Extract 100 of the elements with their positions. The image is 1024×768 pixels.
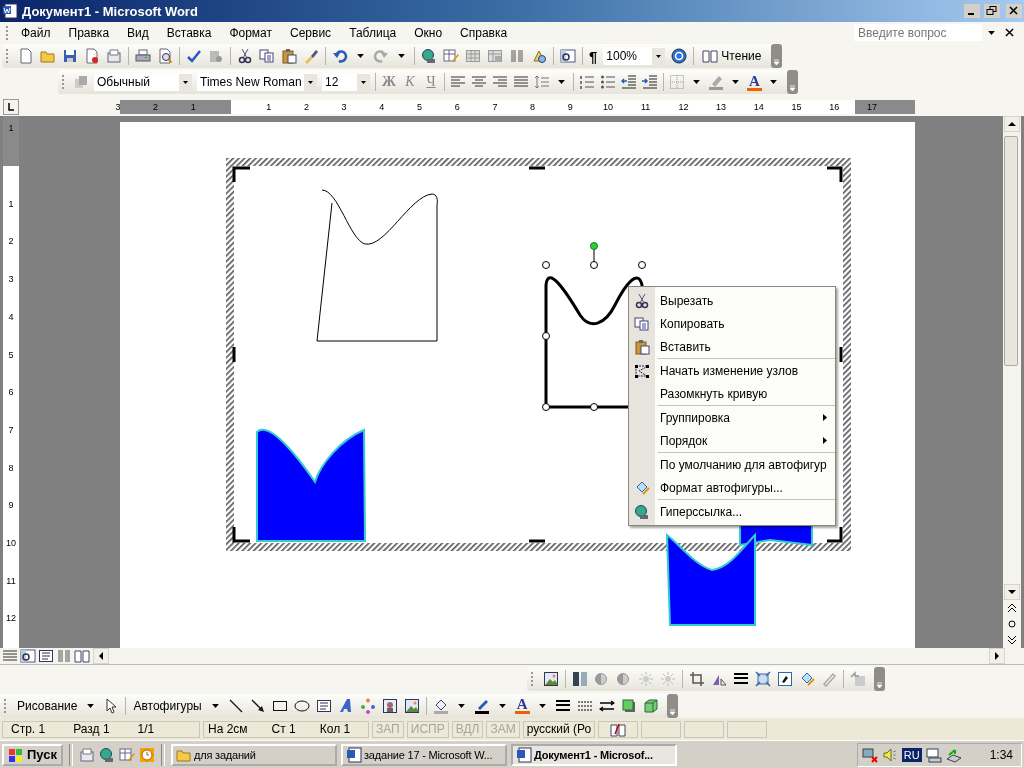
cut-icon[interactable] [237,48,253,64]
web-view-icon[interactable] [20,648,36,664]
toolbar-options-icon[interactable] [786,70,798,94]
close-icon[interactable] [1006,4,1022,18]
freeform-shape[interactable] [666,534,756,626]
print-icon[interactable] [135,48,151,64]
context-menu-item[interactable]: По умолчанию для автофигур [629,453,835,476]
caret-icon[interactable] [558,80,565,84]
font-color-button[interactable]: A [747,73,762,91]
menu-item[interactable]: Файл [12,23,60,42]
less-contrast-icon[interactable] [616,670,632,687]
highlight-icon[interactable] [708,74,724,90]
language-indicator[interactable]: русский (Ро [522,720,595,738]
taskbar-button[interactable]: задание 17 - Microsoft W... [341,743,507,766]
table-icon[interactable] [465,48,481,64]
new-document-icon[interactable] [18,48,34,64]
more-contrast-icon[interactable] [594,670,610,687]
line-color-icon[interactable] [473,697,490,714]
line-style-icon[interactable] [733,670,749,687]
spelling-check-icon[interactable] [186,48,202,64]
menu-item[interactable]: Правка [59,23,119,42]
align-right-icon[interactable] [492,74,508,90]
horizontal-scrollbar[interactable] [92,648,1006,664]
font-dropdown[interactable]: Times New Roman [197,73,317,91]
zoom-dropdown[interactable]: 100% [603,47,666,65]
paste-icon[interactable] [281,48,297,64]
scroll-down-icon[interactable] [1004,584,1020,600]
line-spacing-icon[interactable] [534,74,550,90]
canvas-sizing-handle[interactable] [529,539,545,543]
justify-icon[interactable] [513,74,529,90]
context-menu-item[interactable]: Порядок [629,429,835,452]
numbered-list-icon[interactable] [579,74,595,90]
canvas-sizing-handle[interactable] [232,166,250,182]
context-menu-item[interactable]: Группировка [629,406,835,429]
shadow-icon[interactable] [620,697,637,714]
minimize-icon[interactable] [964,4,980,18]
diagram-icon[interactable] [359,697,376,714]
context-menu-item[interactable]: Разомкнуть кривую [629,382,835,405]
oval-icon[interactable] [293,697,310,714]
copy-icon[interactable] [259,48,275,64]
caret-icon[interactable] [357,54,364,58]
insert-picture-icon[interactable] [403,697,420,714]
vertical-scrollbar[interactable] [1003,116,1021,648]
wordart-icon[interactable] [337,697,354,714]
menu-item[interactable]: Формат [220,23,282,42]
permission-icon[interactable] [84,48,100,64]
freeform-shape[interactable] [256,429,366,542]
context-menu-item[interactable]: Копировать [629,312,835,335]
fill-color-icon[interactable] [432,697,449,714]
canvas-sizing-handle[interactable] [839,347,843,362]
drawing-canvas-border[interactable] [226,158,851,551]
toolbar-options-icon[interactable] [771,44,783,68]
show-marks-button[interactable]: ¶ [589,47,598,65]
help-search-field[interactable]: Введите вопрос [854,24,982,41]
context-menu-item[interactable]: Вставить [629,335,835,358]
arrow-icon[interactable] [249,697,266,714]
caret-icon[interactable] [211,703,219,708]
format-painter-icon[interactable] [303,48,319,64]
print-layout-icon[interactable] [38,648,54,664]
caret-icon[interactable] [498,703,506,708]
caret-icon[interactable] [357,73,370,91]
spreadsheet-icon[interactable] [487,48,503,64]
font-color-button[interactable]: A [514,697,530,714]
context-menu-item[interactable]: Формат автофигуры... [629,476,835,499]
undo-icon[interactable] [332,48,348,64]
caret-icon[interactable] [398,54,405,58]
taskbar-button[interactable]: для заданий [171,743,337,766]
caret-icon[interactable] [732,80,739,84]
canvas-sizing-handle[interactable] [827,166,843,182]
taskbar-button[interactable]: Документ1 - Microsof... [511,743,677,766]
caret-icon[interactable] [988,30,995,35]
print-preview-icon[interactable] [157,48,173,64]
increase-indent-icon[interactable] [642,74,658,90]
clip-art-icon[interactable] [381,697,398,714]
align-left-icon[interactable] [450,74,466,90]
network-error-icon[interactable] [861,746,878,763]
restore-icon[interactable] [984,4,1000,18]
menu-item[interactable]: Таблица [340,23,406,42]
line-style-icon[interactable] [554,697,571,714]
caret-icon[interactable] [304,73,317,91]
reading-view-icon[interactable] [74,648,90,664]
caret-icon[interactable] [769,80,777,84]
menu-item[interactable]: Вставка [157,23,221,42]
context-menu-item[interactable]: Начать изменение узлов [629,359,835,382]
tab-selector-icon[interactable] [3,99,19,115]
canvas-sizing-handle[interactable] [232,527,250,543]
canvas-sizing-handle[interactable] [827,527,843,543]
context-menu-item[interactable]: Вырезать [629,289,835,312]
compress-icon[interactable] [755,670,771,687]
caret-icon[interactable] [457,703,465,708]
drawing-menu-button[interactable]: Рисование [16,698,79,713]
toolbar-options-icon[interactable] [874,666,885,691]
insert-picture-icon[interactable] [543,670,559,687]
spelling-status[interactable] [597,720,638,738]
context-menu-item[interactable]: Гиперссылка... [629,500,835,523]
language-indicator[interactable]: RU [901,747,922,762]
save-icon[interactable] [62,48,78,64]
open-folder-icon[interactable] [40,48,56,64]
canvas-sizing-handle[interactable] [529,166,545,170]
caret-icon[interactable] [652,47,666,65]
